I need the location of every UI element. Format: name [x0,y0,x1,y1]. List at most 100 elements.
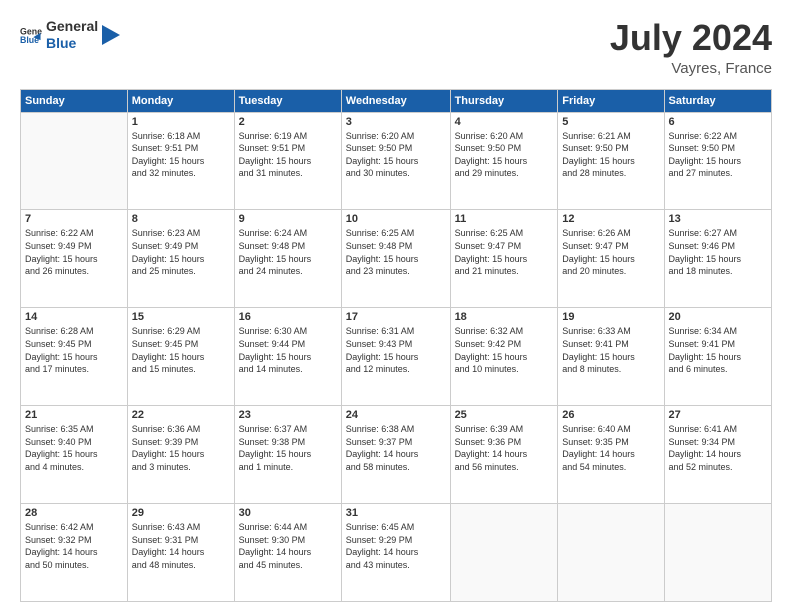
day-info: Sunrise: 6:34 AMSunset: 9:41 PMDaylight:… [669,325,767,375]
day-info: Sunrise: 6:44 AMSunset: 9:30 PMDaylight:… [239,521,337,571]
day-number: 23 [239,409,337,421]
table-row: 10 Sunrise: 6:25 AMSunset: 9:48 PMDayligh… [341,210,450,308]
day-info: Sunrise: 6:29 AMSunset: 9:45 PMDaylight:… [132,325,230,375]
table-row: 12Sunrise: 6:26 AMSunset: 9:47 PMDayligh… [558,210,664,308]
day-info: Sunrise: 6:26 AMSunset: 9:47 PMDaylight:… [562,227,659,277]
day-number: 13 [669,213,767,225]
day-info: Sunrise: 6:27 AMSunset: 9:46 PMDaylight:… [669,227,767,277]
table-row: 30 Sunrise: 6:44 AMSunset: 9:30 PMDayligh… [234,504,341,602]
calendar-header-row: Sunday Monday Tuesday Wednesday Thursday… [21,89,772,112]
table-row: 23 Sunrise: 6:37 AMSunset: 9:38 PMDayligh… [234,406,341,504]
title-block: July 2024 Vayres, France [610,18,772,77]
subtitle: Vayres, France [610,60,772,77]
day-info: Sunrise: 6:33 AMSunset: 9:41 PMDaylight:… [562,325,659,375]
day-number: 11 [455,213,554,225]
day-number: 9 [239,213,337,225]
day-info: Sunrise: 6:28 AMSunset: 9:45 PMDaylight:… [25,325,123,375]
day-info: Sunrise: 6:30 AMSunset: 9:44 PMDaylight:… [239,325,337,375]
col-tuesday: Tuesday [234,89,341,112]
day-number: 29 [132,507,230,519]
col-monday: Monday [127,89,234,112]
calendar-week-row: 28 Sunrise: 6:42 AMSunset: 9:32 PMDayligh… [21,504,772,602]
day-info: Sunrise: 6:38 AMSunset: 9:37 PMDaylight:… [346,423,446,473]
table-row: 18Sunrise: 6:32 AMSunset: 9:42 PMDayligh… [450,308,558,406]
day-number: 7 [25,213,123,225]
day-number: 2 [239,116,337,128]
day-number: 21 [25,409,123,421]
table-row: 25 Sunrise: 6:39 AMSunset: 9:36 PMDayligh… [450,406,558,504]
table-row [21,112,128,210]
table-row: 4 Sunrise: 6:20 AMSunset: 9:50 PMDaylight… [450,112,558,210]
table-row: 20 Sunrise: 6:34 AMSunset: 9:41 PMDayligh… [664,308,771,406]
day-number: 25 [455,409,554,421]
svg-text:Blue: Blue [20,35,39,45]
day-number: 8 [132,213,230,225]
logo-general: General [46,18,98,35]
day-number: 14 [25,311,123,323]
day-number: 26 [562,409,659,421]
calendar-week-row: 14 Sunrise: 6:28 AMSunset: 9:45 PMDayligh… [21,308,772,406]
day-info: Sunrise: 6:37 AMSunset: 9:38 PMDaylight:… [239,423,337,473]
day-info: Sunrise: 6:24 AMSunset: 9:48 PMDaylight:… [239,227,337,277]
day-info: Sunrise: 6:22 AMSunset: 9:50 PMDaylight:… [669,130,767,180]
table-row: 31 Sunrise: 6:45 AMSunset: 9:29 PMDayligh… [341,504,450,602]
day-number: 17 [346,311,446,323]
day-info: Sunrise: 6:23 AMSunset: 9:49 PMDaylight:… [132,227,230,277]
day-number: 10 [346,213,446,225]
day-info: Sunrise: 6:39 AMSunset: 9:36 PMDaylight:… [455,423,554,473]
day-info: Sunrise: 6:40 AMSunset: 9:35 PMDaylight:… [562,423,659,473]
day-info: Sunrise: 6:18 AMSunset: 9:51 PMDaylight:… [132,130,230,180]
table-row [558,504,664,602]
calendar-table: Sunday Monday Tuesday Wednesday Thursday… [20,89,772,602]
day-number: 28 [25,507,123,519]
table-row: 2 Sunrise: 6:19 AMSunset: 9:51 PMDaylight… [234,112,341,210]
day-number: 31 [346,507,446,519]
col-sunday: Sunday [21,89,128,112]
day-number: 27 [669,409,767,421]
table-row: 11 Sunrise: 6:25 AMSunset: 9:47 PMDayligh… [450,210,558,308]
day-info: Sunrise: 6:20 AMSunset: 9:50 PMDaylight:… [346,130,446,180]
day-number: 15 [132,311,230,323]
day-info: Sunrise: 6:35 AMSunset: 9:40 PMDaylight:… [25,423,123,473]
day-number: 30 [239,507,337,519]
day-number: 24 [346,409,446,421]
day-number: 22 [132,409,230,421]
logo-icon: General Blue [20,24,42,46]
day-info: Sunrise: 6:20 AMSunset: 9:50 PMDaylight:… [455,130,554,180]
table-row: 24 Sunrise: 6:38 AMSunset: 9:37 PMDayligh… [341,406,450,504]
day-number: 16 [239,311,337,323]
day-info: Sunrise: 6:32 AMSunset: 9:42 PMDaylight:… [455,325,554,375]
table-row: 6Sunrise: 6:22 AMSunset: 9:50 PMDaylight… [664,112,771,210]
day-number: 19 [562,311,659,323]
day-info: Sunrise: 6:21 AMSunset: 9:50 PMDaylight:… [562,130,659,180]
day-info: Sunrise: 6:43 AMSunset: 9:31 PMDaylight:… [132,521,230,571]
day-info: Sunrise: 6:42 AMSunset: 9:32 PMDaylight:… [25,521,123,571]
day-number: 1 [132,116,230,128]
table-row: 22 Sunrise: 6:36 AMSunset: 9:39 PMDayligh… [127,406,234,504]
day-number: 4 [455,116,554,128]
table-row: 27Sunrise: 6:41 AMSunset: 9:34 PMDayligh… [664,406,771,504]
table-row: 16 Sunrise: 6:30 AMSunset: 9:44 PMDayligh… [234,308,341,406]
table-row: 26 Sunrise: 6:40 AMSunset: 9:35 PMDayligh… [558,406,664,504]
table-row: 8 Sunrise: 6:23 AMSunset: 9:49 PMDaylight… [127,210,234,308]
day-info: Sunrise: 6:19 AMSunset: 9:51 PMDaylight:… [239,130,337,180]
day-info: Sunrise: 6:22 AMSunset: 9:49 PMDaylight:… [25,227,123,277]
table-row: 19 Sunrise: 6:33 AMSunset: 9:41 PMDayligh… [558,308,664,406]
day-info: Sunrise: 6:36 AMSunset: 9:39 PMDaylight:… [132,423,230,473]
day-number: 20 [669,311,767,323]
table-row: 29 Sunrise: 6:43 AMSunset: 9:31 PMDayligh… [127,504,234,602]
day-info: Sunrise: 6:25 AMSunset: 9:48 PMDaylight:… [346,227,446,277]
table-row: 13 Sunrise: 6:27 AMSunset: 9:46 PMDayligh… [664,210,771,308]
main-title: July 2024 [610,18,772,58]
day-info: Sunrise: 6:25 AMSunset: 9:47 PMDaylight:… [455,227,554,277]
col-saturday: Saturday [664,89,771,112]
day-info: Sunrise: 6:45 AMSunset: 9:29 PMDaylight:… [346,521,446,571]
table-row: 28 Sunrise: 6:42 AMSunset: 9:32 PMDayligh… [21,504,128,602]
header: General Blue General Blue July 2024 Vayr… [20,18,772,77]
table-row: 21 Sunrise: 6:35 AMSunset: 9:40 PMDayligh… [21,406,128,504]
calendar-week-row: 7 Sunrise: 6:22 AMSunset: 9:49 PMDaylight… [21,210,772,308]
logo: General Blue General Blue [20,18,120,52]
table-row: 3Sunrise: 6:20 AMSunset: 9:50 PMDaylight… [341,112,450,210]
table-row [664,504,771,602]
table-row: 5Sunrise: 6:21 AMSunset: 9:50 PMDaylight… [558,112,664,210]
